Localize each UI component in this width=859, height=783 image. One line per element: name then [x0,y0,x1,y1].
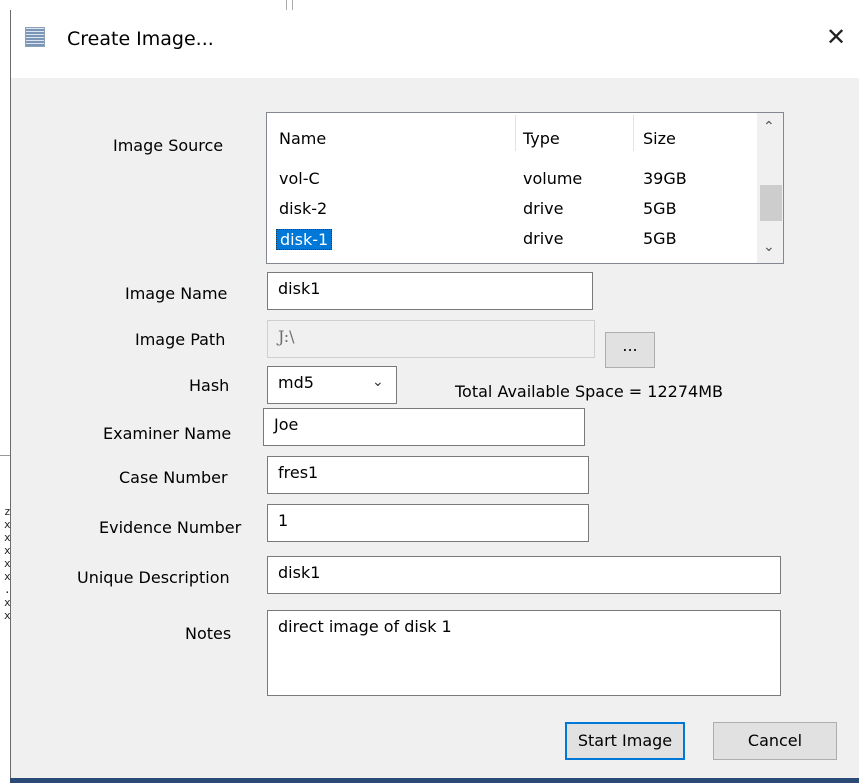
source-row-type: volume [523,169,583,188]
image-path-label: Image Path [135,330,226,349]
available-space-text: Total Available Space = 12274MB [455,382,723,401]
background-window [0,0,10,783]
chevron-down-icon: ⌄ [372,374,384,390]
evidence-number-label: Evidence Number [99,518,242,537]
examiner-name-label: Examiner Name [103,424,232,443]
source-row-size: 39GB [643,169,687,188]
unique-description-field[interactable]: disk1 [267,556,781,594]
image-name-field[interactable]: disk1 [267,272,593,310]
hash-label: Hash [189,376,230,395]
source-row-type: drive [523,229,564,248]
scroll-thumb[interactable] [760,185,782,221]
create-image-dialog: Create Image... ✕ Image Source Name Type… [10,10,859,778]
background-divider [0,455,10,456]
source-row-disk-1-selected[interactable]: disk-1 drive 5GB [267,227,755,253]
dialog-title: Create Image... [67,28,214,50]
notes-textarea[interactable]: direct image of disk 1 [267,610,781,696]
source-row-name: disk-2 [279,199,328,218]
background-taskbar-edge [10,778,859,783]
source-row-size: 5GB [643,229,677,248]
evidence-number-field[interactable]: 1 [267,504,589,542]
column-separator[interactable] [515,115,516,151]
start-image-button[interactable]: Start Image [565,722,685,760]
title-bar[interactable]: Create Image... ✕ [11,10,859,78]
source-row-vol-c[interactable]: vol-C volume 39GB [267,167,755,193]
source-row-name: disk-1 [276,229,333,250]
image-path-field: J:\ [267,320,595,358]
hash-selected-value: md5 [278,373,314,392]
close-button[interactable]: ✕ [821,22,851,52]
cancel-button[interactable]: Cancel [713,722,837,760]
source-row-type: drive [523,199,564,218]
hash-select[interactable]: md5 ⌄ [267,366,397,404]
case-number-field[interactable]: fres1 [267,456,589,494]
unique-description-label: Unique Description [77,568,230,587]
column-separator[interactable] [633,115,634,151]
scroll-up-icon[interactable]: ⌃ [763,119,775,135]
image-source-list[interactable]: Name Type Size vol-C volume 39GB disk-2 … [266,112,784,264]
background-divider-top [286,0,287,10]
source-list-scrollbar[interactable]: ⌃ ⌄ [757,113,783,263]
notes-label: Notes [185,624,232,643]
column-header-name[interactable]: Name [279,129,326,148]
source-row-disk-2[interactable]: disk-2 drive 5GB [267,197,755,223]
image-name-label: Image Name [125,284,228,303]
scroll-down-icon[interactable]: ⌄ [763,239,775,255]
app-icon [25,27,45,47]
case-number-label: Case Number [119,468,228,487]
source-row-size: 5GB [643,199,677,218]
close-icon: ✕ [825,23,847,51]
column-header-type[interactable]: Type [523,129,560,148]
source-row-name: vol-C [279,169,320,188]
column-header-size[interactable]: Size [643,129,676,148]
background-divider-top-2 [292,0,293,10]
browse-button[interactable]: ... [605,332,655,368]
examiner-name-field[interactable]: Joe [263,408,585,446]
image-source-label: Image Source [113,136,224,155]
